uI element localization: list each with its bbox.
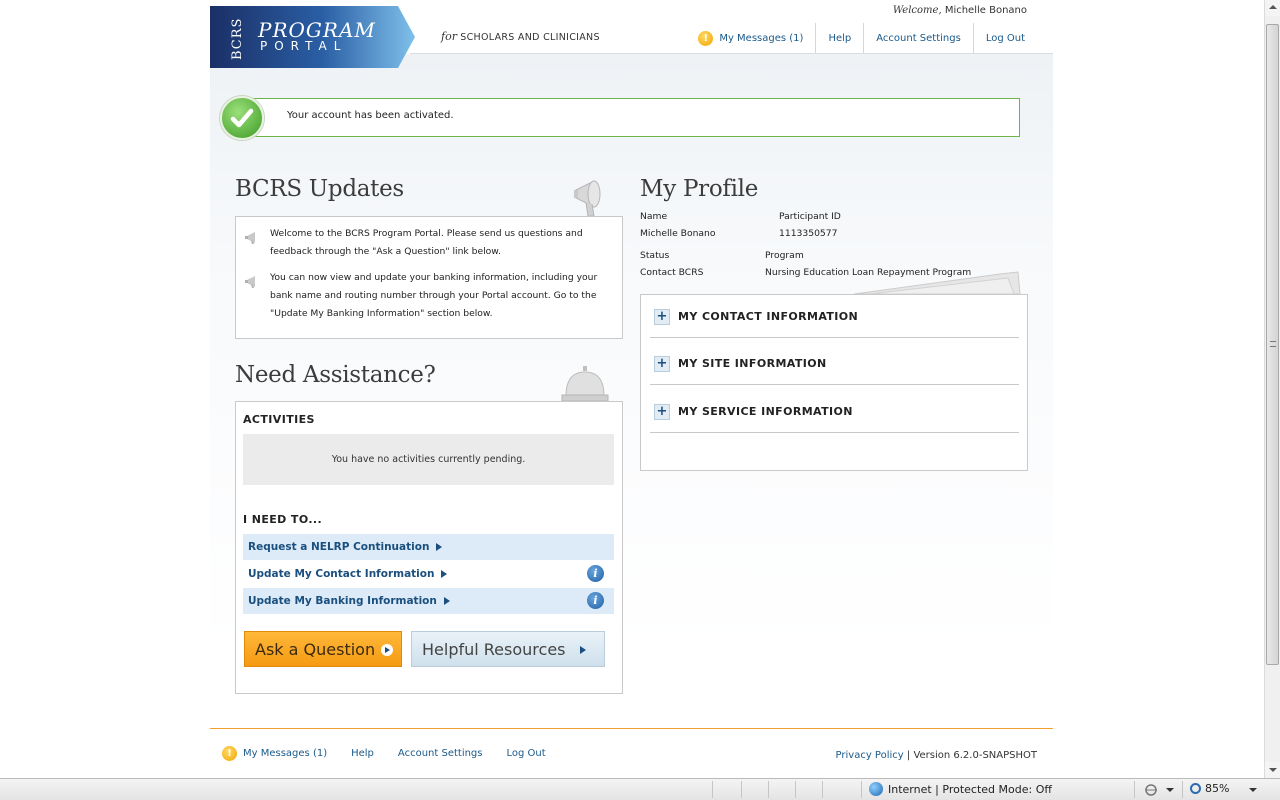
browser-viewport: BCRS PROGRAM PORTAL Welcome, Michelle Bo… bbox=[0, 0, 1264, 778]
expand-plus-icon: + bbox=[654, 309, 670, 325]
status-divider bbox=[741, 781, 742, 798]
zoom-level: 85% bbox=[1205, 782, 1230, 795]
vertical-scrollbar[interactable] bbox=[1264, 0, 1280, 778]
nav-account-settings[interactable]: Account Settings bbox=[863, 23, 973, 53]
status-divider bbox=[795, 781, 796, 798]
my-site-information-section[interactable]: + MY SITE INFORMATION bbox=[650, 338, 1019, 385]
name-value: Michelle Bonano bbox=[640, 228, 716, 239]
play-icon bbox=[579, 645, 586, 654]
grip-icon bbox=[1270, 341, 1276, 347]
footer-my-messages-label: My Messages (1) bbox=[243, 748, 328, 759]
update-contact-information-label: Update My Contact Information bbox=[248, 568, 435, 580]
ask-a-question-label: Ask a Question bbox=[255, 640, 376, 659]
assistance-title: Need Assistance? bbox=[235, 362, 436, 388]
tagline-text: SCHOLARS AND CLINICIANS bbox=[460, 32, 600, 43]
browser-status-bar: Internet | Protected Mode: Off 85% bbox=[0, 778, 1280, 800]
my-service-information-label: MY SERVICE INFORMATION bbox=[678, 405, 853, 418]
status-divider bbox=[1182, 781, 1183, 798]
arrow-right-icon bbox=[436, 543, 443, 551]
welcome-message: Welcome, Michelle Bonano bbox=[860, 5, 1027, 16]
version-text: | Version 6.2.0-SNAPSHOT bbox=[906, 750, 1037, 761]
scrollbar-thumb[interactable] bbox=[1266, 24, 1279, 665]
contact-bcrs-label: Contact BCRS bbox=[640, 267, 704, 278]
my-site-information-label: MY SITE INFORMATION bbox=[678, 357, 827, 370]
update-banking-information-link[interactable]: Update My Banking Information bbox=[243, 588, 614, 614]
chevron-down-icon[interactable] bbox=[1166, 788, 1174, 792]
status-divider bbox=[768, 781, 769, 798]
footer-help[interactable]: Help bbox=[351, 748, 374, 759]
participant-id-label: Participant ID bbox=[779, 211, 841, 222]
nav-help[interactable]: Help bbox=[815, 23, 863, 53]
my-contact-information-label: MY CONTACT INFORMATION bbox=[678, 310, 859, 323]
footer-my-messages[interactable]: ! My Messages (1) bbox=[222, 746, 327, 761]
profile-title: My Profile bbox=[640, 176, 759, 202]
checkmark-icon bbox=[220, 96, 264, 140]
ask-a-question-button[interactable]: Ask a Question bbox=[244, 631, 402, 667]
update-banking-information-label: Update My Banking Information bbox=[248, 595, 437, 607]
need-to-heading: I NEED TO... bbox=[243, 513, 323, 526]
arrow-right-icon bbox=[441, 570, 448, 578]
updates-title: BCRS Updates bbox=[235, 176, 404, 202]
program-label: Program bbox=[765, 250, 804, 261]
status-divider bbox=[712, 781, 713, 798]
nav-log-out[interactable]: Log Out bbox=[972, 23, 1037, 53]
updates-box: Welcome to the BCRS Program Portal. Plea… bbox=[235, 216, 623, 339]
tagline-prefix: for bbox=[441, 30, 457, 43]
play-circle-icon bbox=[381, 643, 394, 656]
info-icon[interactable]: i bbox=[587, 565, 604, 582]
footer-divider bbox=[210, 728, 1053, 729]
nav-my-messages[interactable]: ! My Messages (1) bbox=[686, 23, 815, 53]
pending-activities: You have no activities currently pending… bbox=[243, 434, 614, 485]
security-zone[interactable]: Internet | Protected Mode: Off bbox=[869, 782, 1052, 796]
helpful-resources-button[interactable]: Helpful Resources bbox=[411, 631, 605, 667]
success-message: Your account has been activated. bbox=[287, 110, 454, 121]
footer-navigation: ! My Messages (1) Help Account Settings … bbox=[222, 746, 570, 761]
my-contact-information-section[interactable]: + MY CONTACT INFORMATION bbox=[650, 291, 1019, 338]
name-label: Name bbox=[640, 211, 668, 222]
magnifier-icon bbox=[1190, 783, 1201, 794]
expand-plus-icon: + bbox=[654, 356, 670, 372]
top-navigation: ! My Messages (1) Help Account Settings … bbox=[686, 23, 1037, 53]
status-divider bbox=[861, 781, 862, 798]
protected-mode-icon[interactable] bbox=[1143, 783, 1159, 797]
tagline: for SCHOLARS AND CLINICIANS bbox=[441, 30, 600, 43]
footer-log-out[interactable]: Log Out bbox=[507, 748, 546, 759]
alert-icon: ! bbox=[698, 30, 714, 46]
chevron-down-icon[interactable] bbox=[1249, 788, 1257, 792]
footer-right: Privacy Policy | Version 6.2.0-SNAPSHOT bbox=[836, 750, 1037, 761]
nav-my-messages-label: My Messages (1) bbox=[719, 32, 804, 44]
globe-icon bbox=[869, 782, 883, 796]
security-zone-label: Internet | Protected Mode: Off bbox=[888, 782, 1052, 796]
program-portal-logo[interactable]: BCRS PROGRAM PORTAL bbox=[210, 6, 415, 68]
helpful-resources-label: Helpful Resources bbox=[422, 640, 566, 659]
megaphone-bullet-icon bbox=[245, 232, 255, 244]
privacy-policy-link[interactable]: Privacy Policy bbox=[836, 750, 904, 761]
request-nelrp-continuation-link[interactable]: Request a NELRP Continuation bbox=[243, 534, 614, 560]
scroll-down-arrow-icon[interactable] bbox=[1265, 762, 1280, 778]
scroll-up-arrow-icon[interactable] bbox=[1265, 0, 1280, 16]
update-item-1: Welcome to the BCRS Program Portal. Plea… bbox=[270, 228, 583, 257]
logo-brand: BCRS bbox=[230, 17, 245, 61]
update-item-2: You can now view and update your banking… bbox=[270, 272, 598, 319]
status-divider bbox=[1134, 781, 1135, 798]
service-bell-icon bbox=[561, 366, 609, 402]
footer-account-settings[interactable]: Account Settings bbox=[398, 748, 483, 759]
status-label: Status bbox=[640, 250, 670, 261]
alert-icon: ! bbox=[222, 746, 237, 761]
megaphone-icon bbox=[574, 180, 601, 217]
participant-id-value: 1113350577 bbox=[779, 228, 838, 239]
megaphone-bullet-icon bbox=[245, 276, 255, 288]
activities-heading: ACTIVITIES bbox=[243, 413, 315, 426]
zoom-control[interactable]: 85% bbox=[1190, 782, 1229, 795]
my-service-information-section[interactable]: + MY SERVICE INFORMATION bbox=[650, 386, 1019, 433]
info-icon[interactable]: i bbox=[587, 592, 604, 609]
welcome-prefix: Welcome, bbox=[892, 5, 942, 16]
expand-plus-icon: + bbox=[654, 404, 670, 420]
welcome-user: Michelle Bonano bbox=[944, 5, 1027, 16]
logo-line2: PORTAL bbox=[260, 39, 348, 53]
status-divider bbox=[822, 781, 823, 798]
update-contact-information-link[interactable]: Update My Contact Information bbox=[243, 561, 614, 587]
arrow-right-icon bbox=[443, 597, 450, 605]
request-nelrp-continuation-label: Request a NELRP Continuation bbox=[248, 541, 430, 553]
